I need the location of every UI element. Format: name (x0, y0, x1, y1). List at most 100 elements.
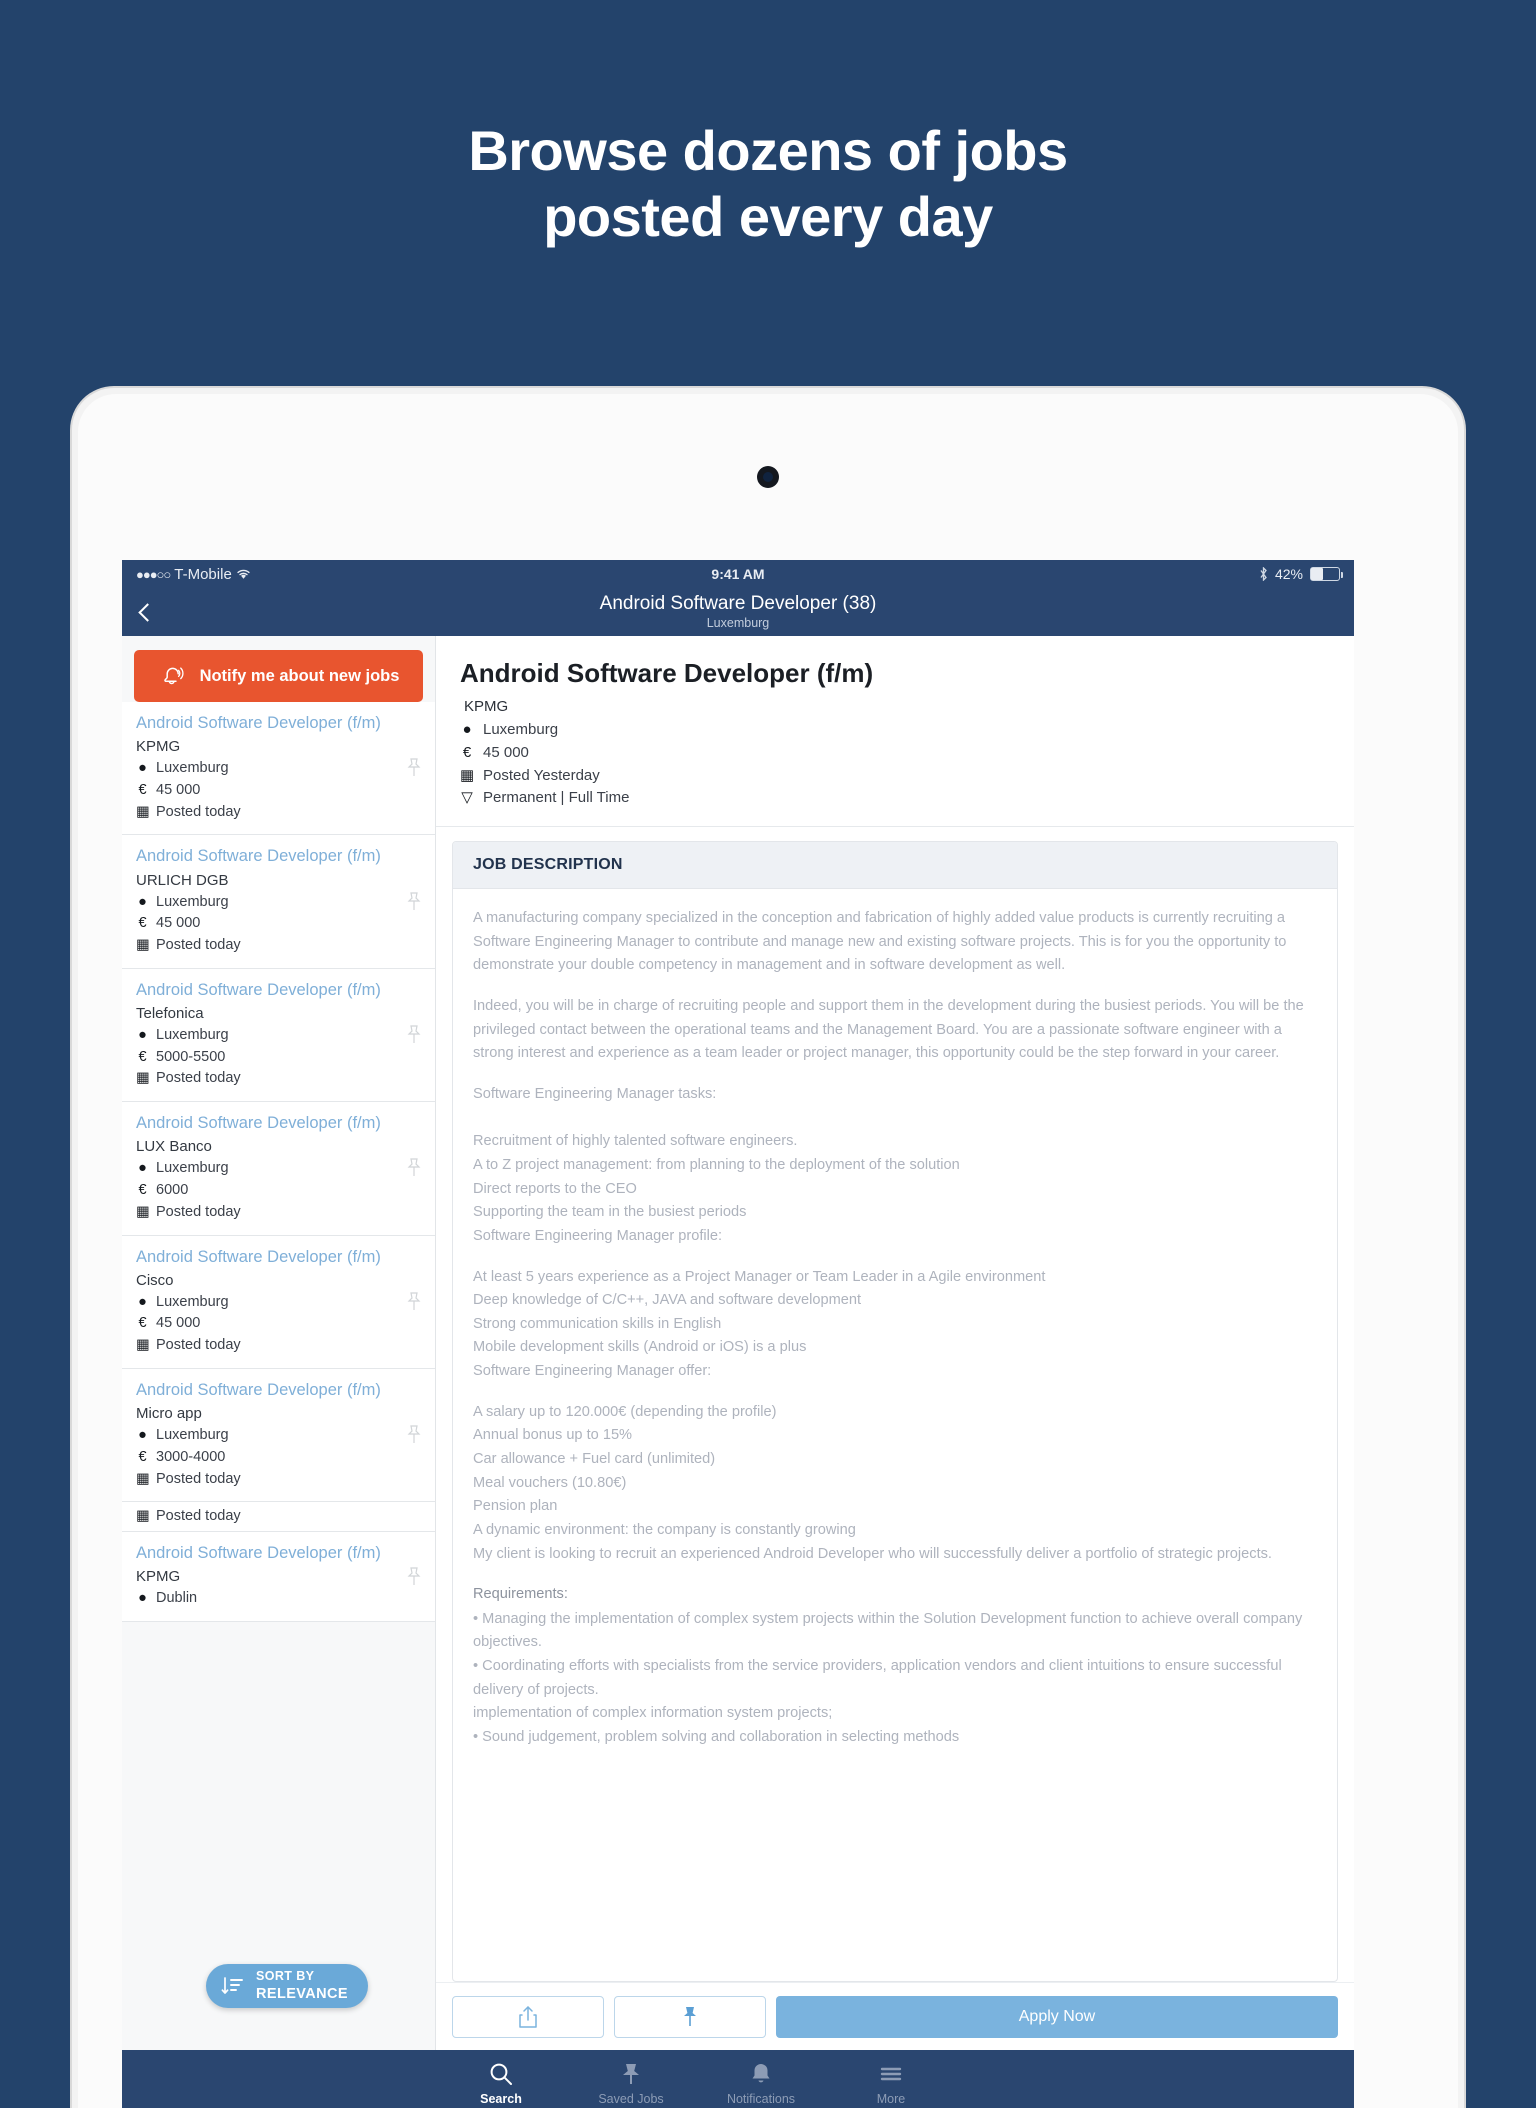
job-list-item-partial[interactable]: ▦ Posted today (122, 1502, 435, 1533)
offer-item: Car allowance + Fuel card (unlimited) (473, 1451, 716, 1467)
job-list-pane[interactable]: Notify me about new jobs Android Softwar… (122, 636, 436, 2050)
notify-new-jobs-button[interactable]: Notify me about new jobs (134, 650, 423, 702)
job-list-item[interactable]: Android Software Developer (f/m) KPMG ● D… (122, 1532, 435, 1623)
job-list-item[interactable]: Android Software Developer (f/m) LUX Ban… (122, 1102, 435, 1236)
job-title: Android Software Developer (f/m) (136, 847, 381, 866)
job-title: Android Software Developer (f/m) (136, 1114, 381, 1133)
share-icon (519, 2005, 537, 2028)
pin-icon[interactable] (405, 1024, 423, 1046)
job-title: Android Software Developer (f/m) (136, 980, 381, 999)
job-company: LUX Banco (136, 1138, 212, 1156)
status-bar-right: 42% (1259, 566, 1343, 582)
job-posted-row: ▦ Posted today (136, 935, 421, 957)
job-location: Luxemburg (156, 1293, 229, 1310)
calendar-icon: ▦ (136, 803, 150, 820)
calendar-icon: ▦ (136, 937, 150, 953)
task-item: Recruitment of highly talented software … (473, 1133, 798, 1150)
job-posted-row: ▦ Posted today (136, 1335, 421, 1357)
job-list-item[interactable]: Android Software Developer (f/m) Micro a… (122, 1368, 435, 1503)
chevron-left-icon (137, 602, 157, 622)
job-description-wrapper: JOB DESCRIPTION A manufacturing company … (436, 827, 1354, 1982)
location-pin-icon: ● (138, 893, 147, 910)
job-posted: Posted today (156, 1203, 241, 1220)
requirement-item: • Sound judgement, problem solving and c… (473, 1729, 960, 1746)
page-title: Android Software Developer (38) (599, 593, 877, 615)
job-description-header: JOB DESCRIPTION (453, 842, 1337, 890)
offer-item: Annual bonus up to 15% (473, 1427, 633, 1444)
hamburger-icon (880, 2067, 902, 2080)
job-posted-row: ▦ Posted today (136, 1506, 421, 1528)
bell-icon (752, 2063, 770, 2082)
job-posted-row: ▦ Posted today (136, 802, 421, 824)
job-salary-row: €5000-5500 (136, 1047, 421, 1069)
task-item: Supporting the team in the busiest perio… (473, 1204, 747, 1221)
job-list-item[interactable]: Android Software Developer (f/m) KPMG ● L… (122, 702, 435, 836)
sort-by-prefix: SORT BY (256, 1969, 315, 1984)
tab-search-label: Search (480, 2091, 522, 2106)
tab-saved-jobs[interactable]: Saved Jobs (566, 2061, 696, 2106)
description-paragraph: A manufacturing company specialized in t… (473, 910, 1287, 974)
search-icon (490, 2063, 512, 2085)
calendar-icon: ▦ (460, 766, 475, 784)
save-job-button[interactable] (614, 1995, 766, 2038)
job-posted-row: ▦ Posted today (136, 1469, 421, 1491)
job-posted-row: ▦ Posted today (136, 1202, 421, 1224)
tablet-device-frame: ●●●○○ T-Mobile 9:41 AM 42% Android Softw… (72, 388, 1464, 2108)
job-salary: 45 000 (156, 915, 201, 932)
tab-more-label: More (876, 2091, 906, 2106)
share-button[interactable] (452, 1995, 604, 2038)
profile-item: At least 5 years experience as a Project… (473, 1268, 1046, 1285)
pin-icon[interactable] (405, 1424, 423, 1446)
sort-by-button[interactable]: SORT BY RELEVANCE (206, 1964, 368, 2008)
tab-notifications[interactable]: Notifications (696, 2061, 826, 2106)
tab-more[interactable]: More (826, 2061, 956, 2106)
job-location-row: ● Luxemburg (136, 1158, 421, 1180)
job-salary: 5000-5500 (156, 1048, 226, 1065)
pin-icon[interactable] (405, 1157, 423, 1179)
job-posted: Posted today (156, 803, 241, 820)
profile-item: Mobile development skills (Android or iO… (473, 1339, 807, 1356)
job-location: Dublin (156, 1590, 198, 1607)
job-company: Telefonica (136, 1004, 204, 1022)
job-location-row: ● Luxemburg (136, 1292, 421, 1314)
pin-icon[interactable] (405, 1566, 423, 1588)
promo-headline-line2: posted every day (543, 185, 993, 249)
job-salary-row: €45 000 (136, 1313, 421, 1335)
euro-icon: € (462, 743, 472, 761)
profile-block: At least 5 years experience as a Project… (473, 1266, 1317, 1384)
offer-item: A salary up to 120.000€ (depending the p… (473, 1403, 777, 1420)
job-company: KPMG (136, 1568, 181, 1586)
apply-now-label: Apply Now (1018, 2007, 1096, 2025)
pin-icon[interactable] (405, 891, 423, 913)
job-detail-posted-row: ▦ Posted Yesterday (460, 765, 1330, 788)
back-button[interactable] (122, 588, 172, 636)
pin-icon[interactable] (405, 1291, 423, 1313)
task-item: Software Engineering Manager profile: (473, 1227, 723, 1244)
tasks-heading: Software Engineering Manager tasks: (473, 1086, 717, 1103)
offer-block: A salary up to 120.000€ (depending the p… (473, 1401, 1317, 1566)
job-list-item[interactable]: Android Software Developer (f/m) Cisco ●… (122, 1235, 435, 1369)
job-location-row: ● Luxemburg (136, 758, 421, 780)
job-salary: 45 000 (156, 781, 201, 798)
apply-now-button[interactable]: Apply Now (776, 1995, 1338, 2038)
device-screen: ●●●○○ T-Mobile 9:41 AM 42% Android Softw… (122, 560, 1354, 2108)
job-posted: Posted today (156, 1508, 241, 1525)
task-item: A to Z project management: from planning… (473, 1156, 960, 1173)
offer-item: A dynamic environment: the company is co… (473, 1521, 856, 1538)
tab-search[interactable]: Search (436, 2061, 566, 2106)
status-bar: ●●●○○ T-Mobile 9:41 AM 42% (122, 560, 1354, 588)
job-location: Luxemburg (156, 893, 229, 910)
euro-icon: € (138, 1315, 147, 1332)
pin-icon[interactable] (405, 757, 423, 779)
profile-item: Strong communication skills in English (473, 1315, 722, 1332)
job-salary: 45 000 (156, 1315, 201, 1332)
job-detail-title: Android Software Developer (f/m) (460, 658, 874, 688)
job-posted: Posted today (156, 937, 241, 953)
location-pin-icon: ● (462, 721, 472, 738)
job-detail-posted: Posted Yesterday (483, 766, 600, 784)
job-list-item[interactable]: Android Software Developer (f/m) URLICH … (122, 835, 435, 969)
job-location-row: ● Luxemburg (136, 1425, 421, 1447)
job-list-item[interactable]: Android Software Developer (f/m) Telefon… (122, 968, 435, 1103)
job-company: Micro app (136, 1405, 202, 1422)
job-title: Android Software Developer (f/m) (136, 714, 381, 732)
